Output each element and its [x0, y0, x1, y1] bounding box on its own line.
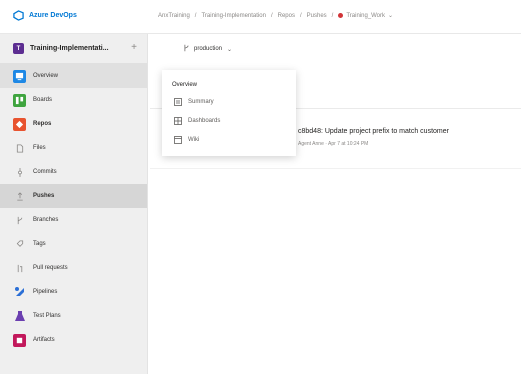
- summary-icon: [173, 97, 182, 106]
- project-selector[interactable]: T Training-Implementati... +: [0, 34, 147, 64]
- breadcrumb-repo[interactable]: Training_Work: [346, 13, 385, 19]
- branch-selector[interactable]: production ⌄: [183, 44, 232, 54]
- menu-item-summary[interactable]: Summary: [162, 92, 296, 111]
- sidebar-item-label: Branches: [33, 217, 59, 223]
- breadcrumb-project[interactable]: Training-Implementation: [201, 13, 265, 19]
- sidebar-item-artifacts[interactable]: Artifacts: [0, 328, 147, 352]
- menu-item-dashboards[interactable]: Dashboards: [162, 111, 296, 130]
- sidebar-item-branches[interactable]: Branches: [0, 208, 147, 232]
- sidebar-item-label: Pull requests: [33, 265, 68, 271]
- overview-icon: [13, 69, 26, 83]
- wiki-icon: [173, 135, 182, 144]
- repos-icon: [13, 117, 26, 131]
- commit-icon: [15, 167, 24, 177]
- sidebar-item-pipelines[interactable]: Pipelines: [0, 280, 147, 304]
- sidebar-item-boards[interactable]: Boards: [0, 88, 147, 112]
- sidebar-item-label: Overview: [33, 73, 59, 79]
- breadcrumb-separator: /: [299, 12, 302, 19]
- divider: [150, 168, 521, 169]
- sidebar-item-pull-requests[interactable]: Pull requests: [0, 256, 147, 280]
- breadcrumb-pushes[interactable]: Pushes: [307, 13, 327, 19]
- branch-icon: [15, 216, 24, 225]
- add-icon[interactable]: +: [131, 42, 137, 53]
- menu-item-wiki[interactable]: Wiki: [162, 130, 296, 149]
- sidebar-item-label: Commits: [33, 169, 57, 175]
- project-avatar: T: [13, 43, 24, 54]
- azure-devops-logo[interactable]: Azure DevOps: [13, 10, 77, 21]
- chevron-down-icon[interactable]: ⌄: [388, 12, 393, 19]
- flyout-header: Overview: [172, 82, 198, 88]
- branch-name: production: [194, 46, 223, 52]
- menu-item-label: Summary: [188, 98, 214, 105]
- project-name: Training-Implementati...: [30, 45, 109, 52]
- sidebar-item-label: Files: [33, 145, 46, 151]
- sidebar-item-pushes[interactable]: Pushes: [0, 184, 147, 208]
- artifacts-icon: [13, 333, 26, 347]
- sidebar-item-files[interactable]: Files: [0, 136, 147, 160]
- sidebar-item-label: Repos: [33, 121, 52, 127]
- pull-request-icon: [15, 264, 24, 273]
- chevron-down-icon: ⌄: [227, 46, 233, 53]
- menu-item-label: Wiki: [188, 136, 200, 143]
- branch-icon: [183, 44, 190, 54]
- breadcrumb: AnxTraining / Training-Implementation / …: [158, 12, 393, 20]
- brand-text: Azure DevOps: [29, 12, 77, 19]
- breadcrumb-separator: /: [270, 12, 273, 19]
- sidebar-item-label: Boards: [33, 97, 53, 103]
- menu-item-label: Dashboards: [188, 117, 221, 124]
- sidebar-item-test-plans[interactable]: Test Plans: [0, 304, 147, 328]
- push-icon: [15, 191, 24, 201]
- commit-meta: Agent Anne · Apr 7 at 10:24 PM: [298, 141, 369, 147]
- sidebar-item-label: Pipelines: [33, 289, 58, 295]
- boards-icon: [13, 93, 26, 107]
- sidebar-item-label: Test Plans: [33, 313, 61, 319]
- azure-devops-icon: [13, 10, 24, 21]
- test-plans-icon: [13, 310, 26, 323]
- sidebar: T Training-Implementati... + Overview Bo…: [0, 34, 148, 374]
- commit-title[interactable]: c8bd48: Update project prefix to match c…: [298, 128, 449, 135]
- sidebar-item-overview[interactable]: Overview: [0, 64, 147, 88]
- sidebar-item-label: Pushes: [33, 193, 55, 199]
- tag-icon: [15, 239, 24, 249]
- repo-icon: [338, 13, 344, 18]
- dashboards-icon: [173, 116, 182, 125]
- sidebar-item-tags[interactable]: Tags: [0, 232, 147, 256]
- sidebar-item-commits[interactable]: Commits: [0, 160, 147, 184]
- breadcrumb-separator: /: [331, 12, 334, 19]
- overview-flyout-menu: Overview Summary Dashboards Wiki: [162, 70, 296, 156]
- sidebar-item-label: Tags: [33, 241, 46, 247]
- pipelines-icon: [13, 286, 26, 299]
- breadcrumb-separator: /: [194, 12, 197, 19]
- file-icon: [15, 143, 24, 153]
- top-bar: Azure DevOps AnxTraining / Training-Impl…: [0, 0, 521, 34]
- sidebar-item-label: Artifacts: [33, 337, 55, 343]
- breadcrumb-repos[interactable]: Repos: [278, 13, 295, 19]
- sidebar-item-repos[interactable]: Repos: [0, 112, 147, 136]
- breadcrumb-org[interactable]: AnxTraining: [158, 13, 190, 19]
